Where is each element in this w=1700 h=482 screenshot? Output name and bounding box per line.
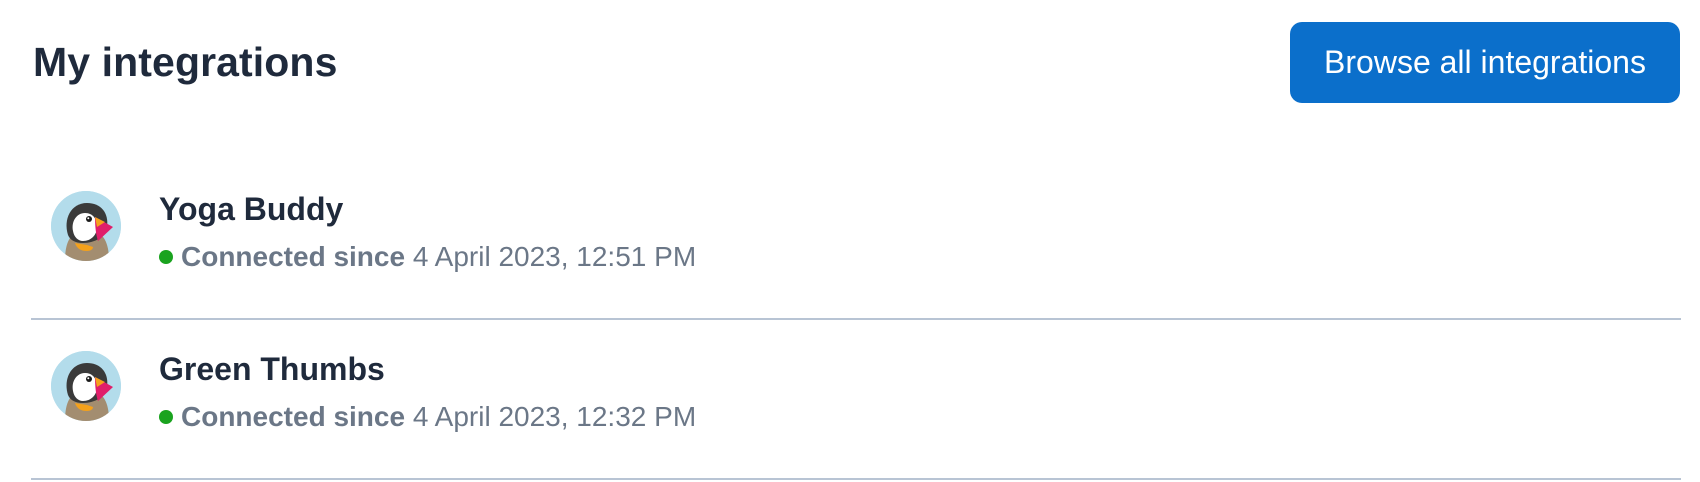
page-title: My integrations [33,39,338,85]
integration-item[interactable]: Yoga Buddy Connected since 4 April 2023,… [31,160,1681,320]
status-label: Connected since [181,241,406,272]
integration-item[interactable]: Green Thumbs Connected since 4 April 202… [31,320,1681,480]
puffin-logo-icon [51,191,121,261]
status-dot-icon [159,249,173,264]
browse-all-integrations-button[interactable]: Browse all integrations [1290,22,1680,103]
integration-list: Yoga Buddy Connected since 4 April 2023,… [31,160,1681,480]
page-header: My integrations Browse all integrations [0,0,1700,120]
connected-date: 4 April 2023, 12:51 PM [412,241,697,272]
integration-name: Yoga Buddy [159,191,344,227]
connection-status: Connected since 4 April 2023, 12:51 PM [159,240,696,274]
connection-status: Connected since 4 April 2023, 12:32 PM [159,400,696,434]
connected-date: 4 April 2023, 12:32 PM [412,401,697,432]
integration-name: Green Thumbs [159,351,385,387]
puffin-logo-icon [51,351,121,421]
status-dot-icon [159,409,173,424]
status-label: Connected since [181,401,406,432]
